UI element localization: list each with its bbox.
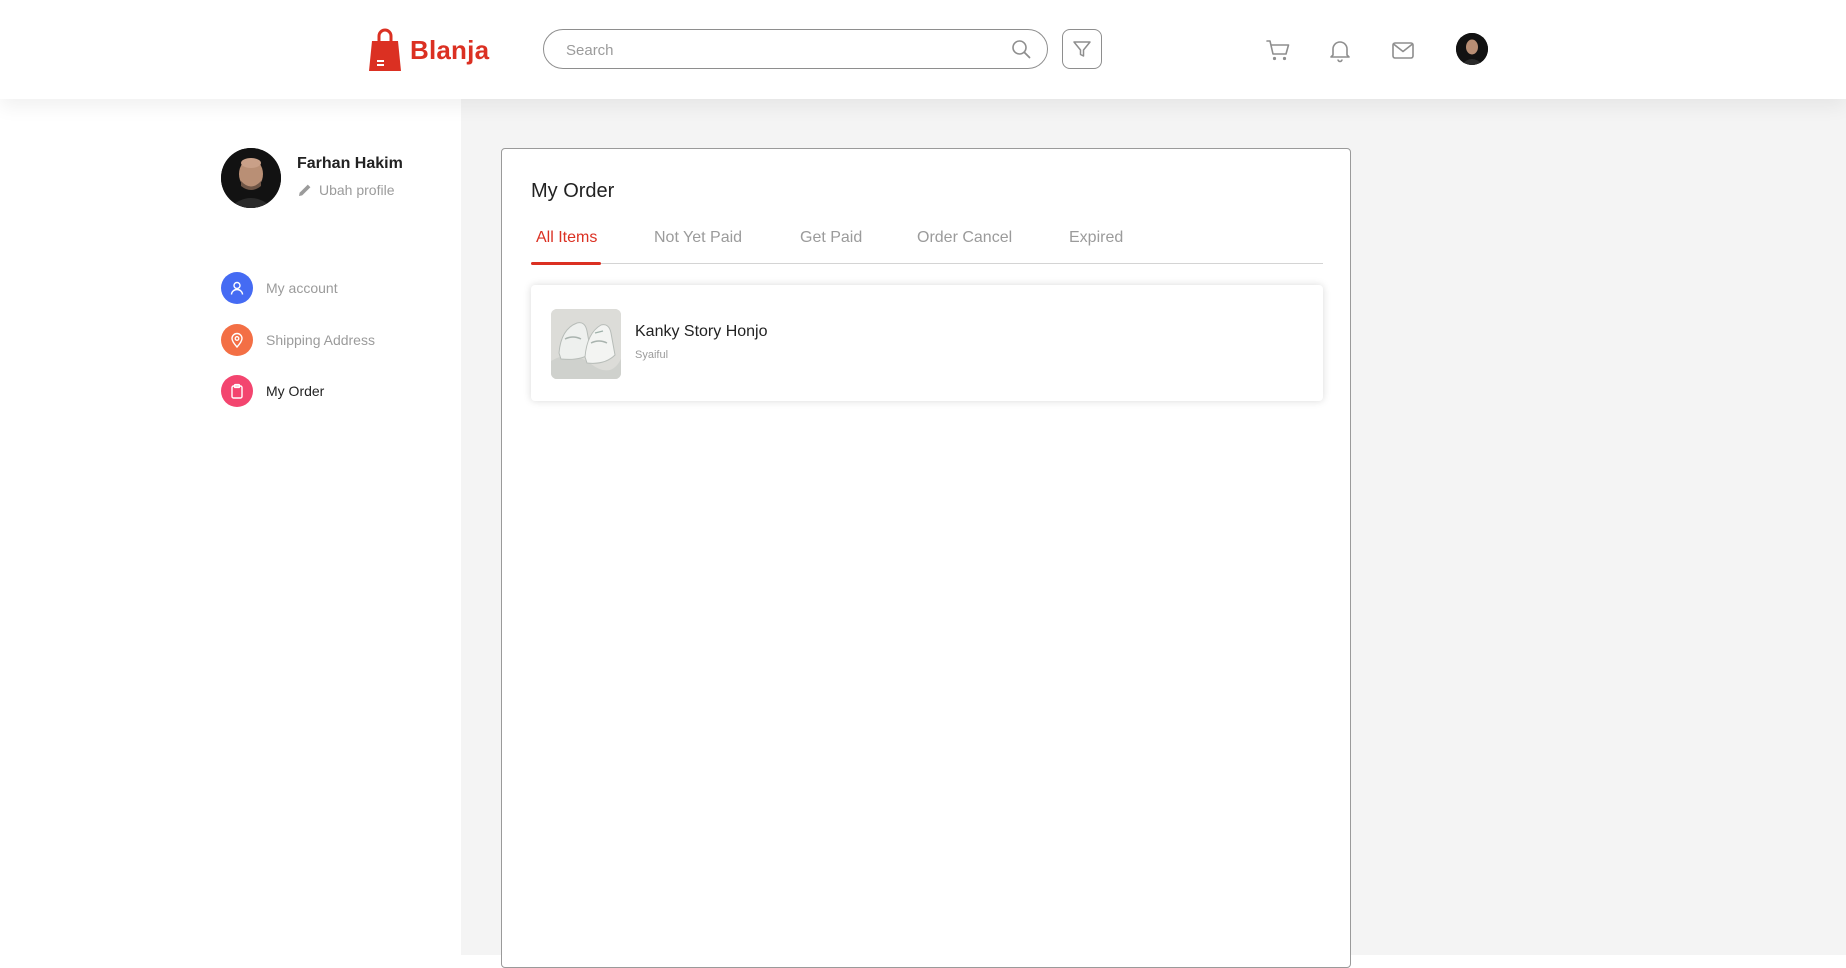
order-list-item[interactable]: Kanky Story Honjo Syaiful (531, 285, 1323, 401)
clipboard-icon (231, 383, 243, 399)
user-avatar-button[interactable] (1456, 33, 1488, 65)
sneaker-photo (551, 309, 621, 379)
profile-avatar (221, 148, 281, 208)
sidebar-item-label: Shipping Address (266, 332, 375, 348)
sidebar-item-label: My Order (266, 383, 325, 399)
user-icon (230, 281, 244, 295)
my-order-card: My Order All Items Not Yet Paid Get Paid… (501, 148, 1351, 968)
search-bar (543, 29, 1048, 70)
mail-icon (1392, 42, 1414, 59)
tab-not-yet-paid[interactable]: Not Yet Paid (654, 229, 742, 263)
tab-label: All Items (536, 229, 598, 246)
filter-icon (1073, 41, 1091, 57)
top-navbar: Blanja (0, 0, 1846, 99)
tab-all-items[interactable]: All Items (531, 229, 601, 265)
nav-icon-circle (221, 324, 253, 356)
sidebar-item-label: My account (266, 280, 338, 296)
pencil-icon (299, 184, 311, 196)
tab-label: Expired (1069, 229, 1124, 246)
brand-name: Blanja (410, 34, 490, 65)
product-name: Kanky Story Honjo (635, 323, 768, 340)
brand-logo[interactable]: Blanja (368, 27, 489, 73)
nav-icon-circle (221, 272, 253, 304)
product-thumbnail (551, 309, 621, 379)
active-tab-indicator (531, 262, 601, 265)
messages-button[interactable] (1390, 37, 1416, 63)
search-input[interactable] (564, 30, 1008, 70)
sidebar-item-my-order[interactable]: My Order (221, 375, 324, 407)
filter-button[interactable] (1062, 29, 1102, 69)
sidebar (0, 99, 461, 955)
page-title: My Order (531, 180, 615, 202)
profile-name: Farhan Hakim (297, 155, 403, 172)
sidebar-item-my-account[interactable]: My account (221, 272, 338, 304)
shopping-bag-icon (369, 28, 401, 71)
order-tabs: All Items Not Yet Paid Get Paid Order Ca… (531, 229, 1323, 265)
cart-button[interactable] (1265, 37, 1291, 63)
avatar (221, 148, 281, 208)
tab-label: Not Yet Paid (654, 229, 743, 246)
nav-icon-circle (221, 375, 253, 407)
cart-icon (1266, 40, 1290, 61)
location-pin-icon (231, 332, 243, 348)
sidebar-item-shipping-address[interactable]: Shipping Address (221, 324, 375, 356)
notifications-button[interactable] (1327, 37, 1353, 63)
search-icon[interactable] (1011, 39, 1031, 59)
bell-icon (1330, 41, 1350, 63)
edit-profile-link[interactable]: Ubah profile (297, 182, 395, 198)
tab-order-cancel[interactable]: Order Cancel (917, 229, 1012, 263)
tab-label: Get Paid (800, 229, 863, 246)
edit-profile-label: Ubah profile (319, 182, 395, 198)
tab-label: Order Cancel (917, 229, 1013, 246)
store-name: Syaiful (635, 349, 669, 361)
tab-expired[interactable]: Expired (1069, 229, 1123, 263)
tab-get-paid[interactable]: Get Paid (800, 229, 862, 263)
avatar (1456, 33, 1488, 65)
